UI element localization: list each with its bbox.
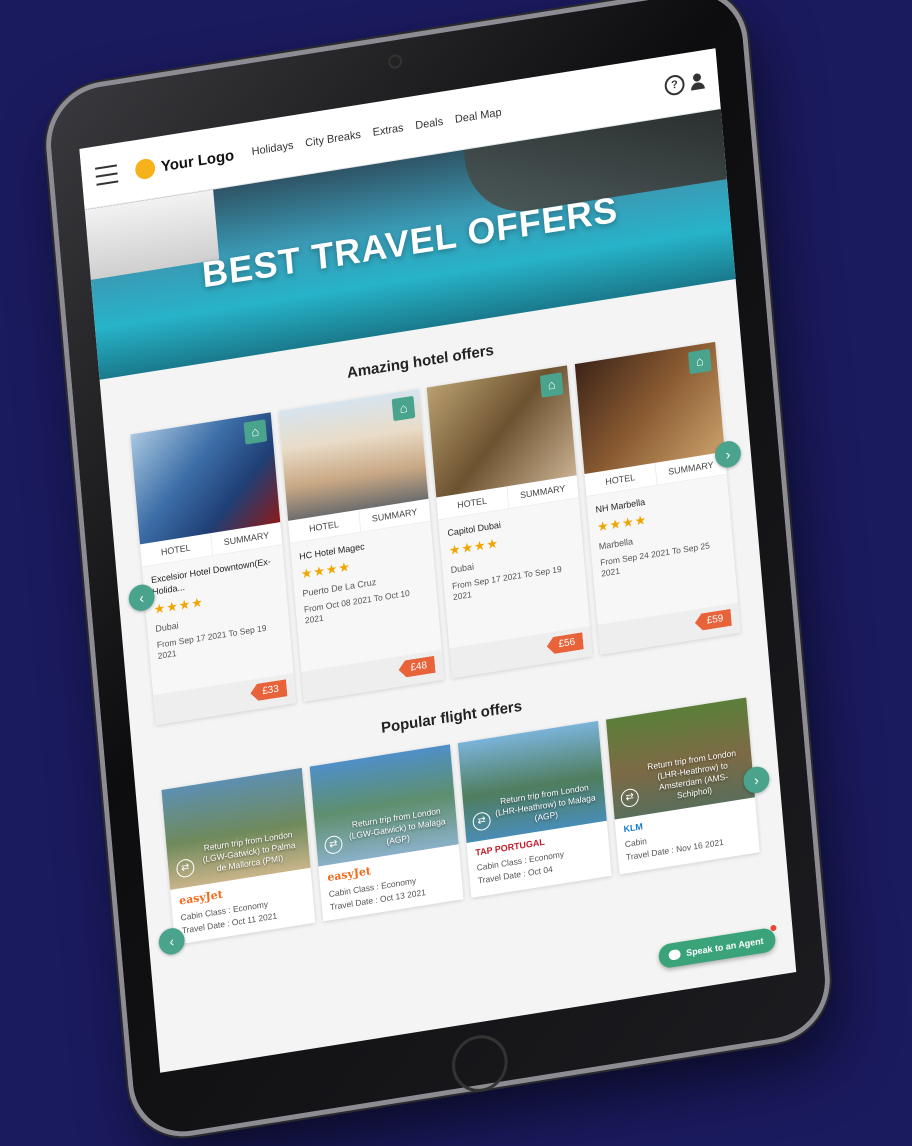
price-tag: £59 [694,609,732,632]
flight-carousel: ⇄ Return trip from London (LGW-Gatwick) … [136,693,786,957]
speak-to-agent-button[interactable]: Speak to an Agent [657,924,777,970]
notification-dot [770,924,777,932]
logo-icon [134,157,156,181]
swap-icon: ⇄ [323,834,344,856]
flight-route: Return trip from London (LHR-Heathrow) t… [494,782,596,824]
swap-icon: ⇄ [620,787,640,809]
flight-route: Return trip from London (LGW-Gatwick) to… [202,829,296,874]
nav-actions: ? [663,70,705,97]
price-tag: £33 [250,679,288,702]
tablet-device: Your Logo Holidays City Breaks Extras De… [46,0,830,1140]
hotel-image: ⌂ [278,388,429,521]
home-icon: ⌂ [391,395,416,422]
nav-link-holidays[interactable]: Holidays [251,139,294,158]
swap-icon: ⇄ [472,810,492,832]
hotel-image: ⌂ [574,341,725,474]
nav-link-deal-map[interactable]: Deal Map [454,107,502,126]
agent-button-label: Speak to an Agent [685,935,764,958]
logo[interactable]: Your Logo [134,145,235,181]
logo-text: Your Logo [160,146,235,175]
flight-route: Return trip from London (LGW-Gatwick) to… [348,805,446,847]
home-icon: ⌂ [243,419,268,445]
flight-card[interactable]: ⇄ Return trip from London (LHR-Heathrow)… [457,720,612,898]
chat-icon [668,948,681,961]
home-button[interactable] [449,1031,510,1096]
hotel-card[interactable]: ⌂ HOTEL SUMMARY HC Hotel Magec ★★★★ Puer… [278,388,445,702]
hotel-card[interactable]: ⌂ HOTEL SUMMARY NH Marbella ★★★★ Marbell… [574,341,741,655]
user-icon[interactable] [690,72,705,90]
hotel-card[interactable]: ⌂ HOTEL SUMMARY Capitol Dubai ★★★★ Dubai… [426,365,593,679]
camera [387,53,403,70]
hotel-image: ⌂ [426,365,577,498]
swap-icon: ⇄ [175,857,196,879]
flight-card[interactable]: ⇄ Return trip from London (LHR-Heathrow)… [605,697,760,875]
home-icon: ⌂ [687,348,712,375]
hotel-image: ⌂ [130,412,281,545]
flight-card[interactable]: ⇄ Return trip from London (LGW-Gatwick) … [161,767,316,945]
screen: Your Logo Holidays City Breaks Extras De… [79,48,797,1073]
nav-link-extras[interactable]: Extras [372,122,404,139]
hotel-card[interactable]: ⌂ HOTEL SUMMARY Excelsior Hotel Downtown… [130,412,297,726]
home-icon: ⌂ [539,372,564,398]
flight-card[interactable]: ⇄ Return trip from London (LGW-Gatwick) … [309,744,464,922]
flight-route: Return trip from London (LHR-Heathrow) t… [646,747,737,801]
nav-link-deals[interactable]: Deals [415,116,444,132]
price-tag: £56 [546,632,584,655]
help-icon[interactable]: ? [663,73,686,97]
nav-link-city-breaks[interactable]: City Breaks [305,129,362,150]
menu-icon[interactable] [95,164,119,186]
price-tag: £48 [398,656,436,679]
